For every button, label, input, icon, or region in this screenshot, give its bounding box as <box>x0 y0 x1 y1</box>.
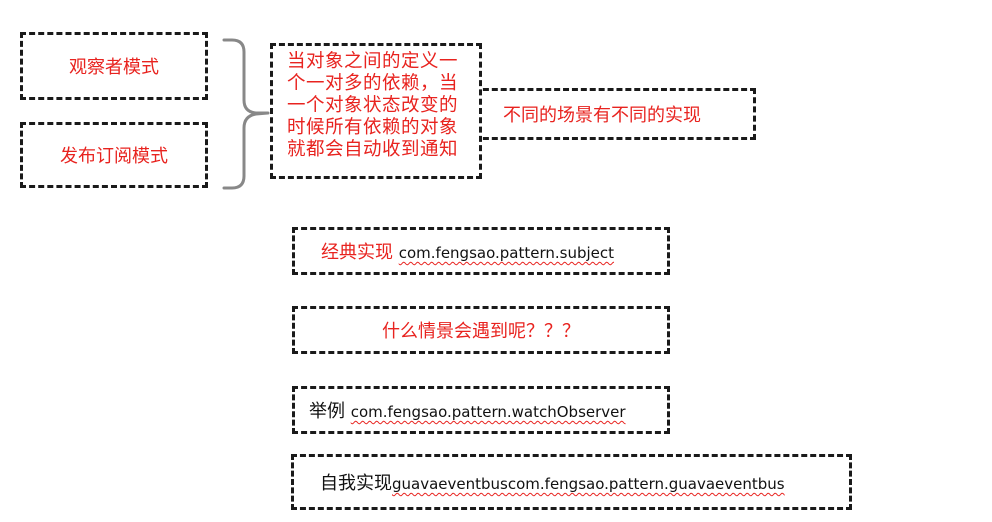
difference-note-box: 不同的场景有不同的实现 <box>474 88 756 140</box>
example-label: 举例 <box>309 401 345 422</box>
pubsub-pattern-box: 发布订阅模式 <box>20 122 208 188</box>
example-text: 举例 com.fengsao.pattern.watchObserver <box>309 397 626 423</box>
scenario-question-label: 什么情景会遇到呢？？？ <box>382 321 580 342</box>
definition-box: 当对象之间的定义一 个一对多的依赖，当 一个对象状态改变的 时候所有依赖的对象 … <box>270 43 482 179</box>
definition-line: 就都会自动收到通知 <box>287 139 459 160</box>
definition-line: 当对象之间的定义一 <box>287 51 459 72</box>
scenario-question-box: 什么情景会遇到呢？？？ <box>292 306 670 354</box>
classic-impl-label: 经典实现 <box>321 242 393 263</box>
classic-impl-text: 经典实现 com.fengsao.pattern.subject <box>321 238 614 264</box>
self-impl-text: 自我实现guavaeventbuscom.fengsao.pattern.gua… <box>320 469 785 495</box>
observer-pattern-box: 观察者模式 <box>20 32 208 100</box>
self-impl-label: 自我实现 <box>320 473 392 494</box>
definition-line: 时候所有依赖的对象 <box>287 117 459 138</box>
self-impl-box: 自我实现guavaeventbuscom.fengsao.pattern.gua… <box>291 454 852 510</box>
definition-line: 一个对象状态改变的 <box>287 95 459 116</box>
observer-pattern-label: 观察者模式 <box>69 57 159 78</box>
example-package: com.fengsao.pattern.watchObserver <box>350 403 626 421</box>
classic-impl-package: com.fengsao.pattern.subject <box>398 244 615 262</box>
grouping-brace <box>222 38 270 190</box>
difference-note-label: 不同的场景有不同的实现 <box>503 105 701 126</box>
example-box: 举例 com.fengsao.pattern.watchObserver <box>292 386 670 434</box>
self-impl-package: guavaeventbuscom.fengsao.pattern.guavaev… <box>392 475 785 493</box>
classic-impl-box: 经典实现 com.fengsao.pattern.subject <box>292 227 670 275</box>
pubsub-pattern-label: 发布订阅模式 <box>60 146 168 167</box>
definition-line: 个一对多的依赖，当 <box>287 73 459 94</box>
